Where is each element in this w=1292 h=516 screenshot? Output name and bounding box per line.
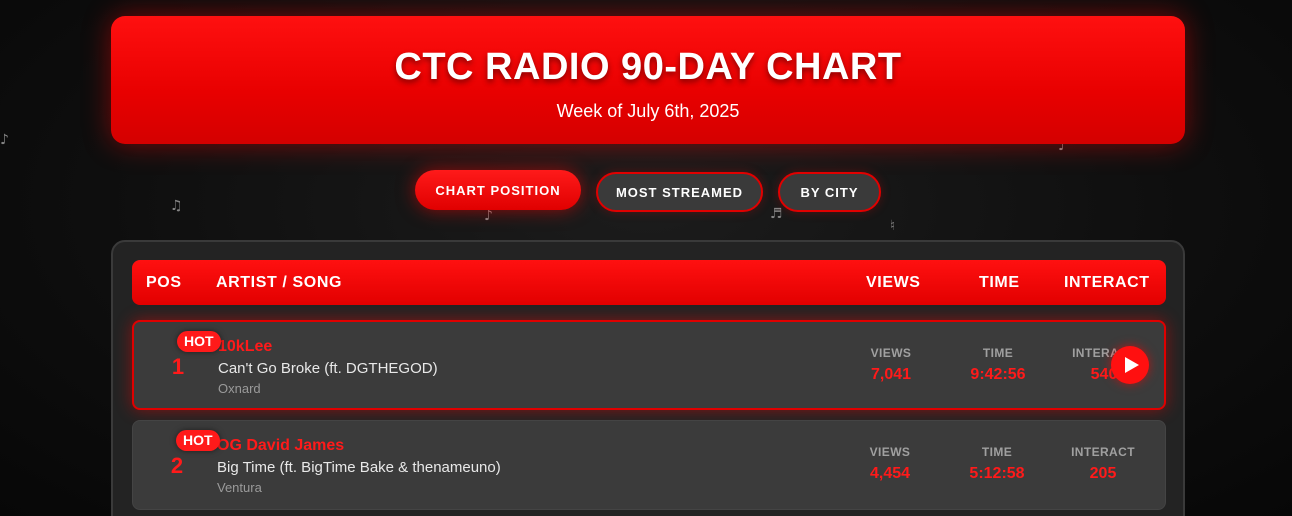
artist-city: Ventura (217, 480, 262, 495)
interact-stat: INTERACT 205 (1058, 445, 1148, 483)
views-value: 7,041 (870, 366, 912, 383)
tab-by-city[interactable]: BY CITY (778, 172, 881, 212)
views-stat: VIEWS 7,041 (846, 346, 936, 384)
chart-view-tabs: CHART POSITION MOST STREAMED BY CITY (0, 170, 1292, 214)
artist-name[interactable]: 10kLee (218, 338, 272, 356)
column-header-artist-song: ARTIST / SONG (216, 274, 343, 291)
column-header-time: TIME (979, 274, 1020, 291)
artist-name[interactable]: OG David James (217, 437, 344, 455)
page-title: CTC RADIO 90-DAY CHART (394, 46, 902, 88)
song-title: Can't Go Broke (ft. DGTHEGOD) (218, 360, 438, 377)
interact-value: 205 (1089, 465, 1117, 482)
time-stat: TIME 5:12:58 (952, 445, 1042, 483)
column-header-views: VIEWS (866, 274, 921, 291)
play-button[interactable] (1111, 346, 1149, 384)
column-header-interact: INTERACT (1064, 274, 1150, 291)
column-header-pos: POS (146, 274, 182, 291)
tab-most-streamed[interactable]: MOST STREAMED (596, 172, 763, 212)
chart-week-subtitle: Week of July 6th, 2025 (556, 101, 740, 121)
chart-panel: POS ARTIST / SONG VIEWS TIME INTERACT 1 … (111, 240, 1185, 516)
play-icon (1124, 357, 1139, 373)
views-stat: VIEWS 4,454 (845, 445, 935, 483)
hot-badge: HOT (176, 430, 220, 451)
interact-label: INTERACT (1071, 445, 1135, 459)
song-title: Big Time (ft. BigTime Bake & thenameuno) (217, 459, 501, 476)
time-label: TIME (982, 346, 1014, 360)
views-label: VIEWS (870, 346, 912, 360)
table-header: POS ARTIST / SONG VIEWS TIME INTERACT (132, 260, 1166, 305)
views-label: VIEWS (869, 445, 911, 459)
table-row[interactable]: 1 10kLee HOT Can't Go Broke (ft. DGTHEGO… (132, 320, 1166, 410)
tab-chart-position[interactable]: CHART POSITION (415, 170, 581, 210)
views-value: 4,454 (869, 465, 911, 482)
table-row[interactable]: 2 OG David James HOT Big Time (ft. BigTi… (132, 420, 1166, 510)
chart-position: 2 (170, 453, 184, 478)
hot-badge: HOT (177, 331, 221, 352)
chart-header: CTC RADIO 90-DAY CHART Week of July 6th,… (111, 16, 1185, 144)
time-stat: TIME 9:42:56 (953, 346, 1043, 384)
chart-position: 1 (171, 354, 185, 379)
artist-city: Oxnard (218, 381, 261, 396)
natural-sign-icon: ♮ (890, 218, 896, 234)
time-value: 9:42:56 (970, 366, 1026, 383)
music-note-icon: ♪ (0, 132, 9, 148)
time-label: TIME (981, 445, 1013, 459)
time-value: 5:12:58 (969, 465, 1025, 482)
